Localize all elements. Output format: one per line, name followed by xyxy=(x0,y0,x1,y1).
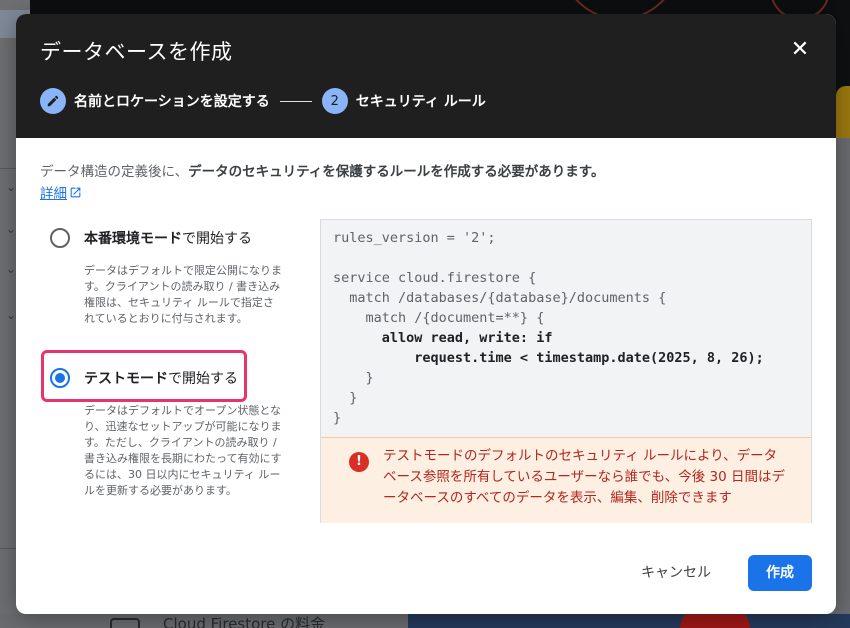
details-link[interactable]: 詳細 xyxy=(40,182,82,202)
rules-code-panel: rules_version = '2'; service cloud.fires… xyxy=(320,219,812,523)
test-mode-radio[interactable] xyxy=(50,368,70,388)
test-mode-label-rest: で開始する xyxy=(168,371,238,387)
dialog-header: データベースを作成 ✕ 名前とロケーションを設定する 2 セキュリティ ルール xyxy=(16,14,836,138)
code-line: } xyxy=(333,370,374,386)
close-icon: ✕ xyxy=(790,37,810,62)
step-2-label: セキュリティ ルール xyxy=(355,94,486,110)
production-mode-label-bold: 本番環境モード xyxy=(84,231,182,247)
code-line: match /{document=**} { xyxy=(333,310,545,326)
code-line: } xyxy=(333,390,358,406)
code-line: match /databases/{database}/documents { xyxy=(333,290,667,306)
stepper: 名前とロケーションを設定する 2 セキュリティ ルール xyxy=(40,88,486,114)
code-line: rules_version = '2'; xyxy=(333,230,496,246)
code-line: allow read, write: if xyxy=(333,330,553,346)
cancel-button[interactable]: キャンセル xyxy=(622,556,730,590)
step-1-indicator xyxy=(40,88,66,114)
production-mode-label: 本番環境モードで開始する xyxy=(84,228,252,248)
code-line: service cloud.firestore { xyxy=(333,270,537,286)
warning-text: テストモードのデフォルトのセキュリティ ルールにより、データベース参照を所有して… xyxy=(383,448,786,506)
close-button[interactable]: ✕ xyxy=(786,36,814,64)
test-mode-description: データはデフォルトでオープン状態となり、迅速なセットアップが可能になります。ただ… xyxy=(84,404,282,497)
error-icon: ! xyxy=(349,452,369,472)
intro-plain: データ構造の定義後に、 xyxy=(40,164,189,180)
dialog-title: データベースを作成 xyxy=(40,40,233,64)
step-2-indicator: 2 xyxy=(321,88,348,114)
intro-text: データ構造の定義後に、データのセキュリティを保護するルールを作成する必要がありま… xyxy=(40,162,820,182)
chevron-down-icon: ⌄ xyxy=(6,308,17,322)
code-line: } xyxy=(333,410,342,426)
chevron-down-icon: ⌄ xyxy=(6,180,17,194)
external-link-icon xyxy=(70,187,81,197)
step-1-label: 名前とロケーションを設定する xyxy=(74,94,270,110)
production-mode-radio[interactable] xyxy=(50,228,70,248)
test-mode-label: テストモードで開始する xyxy=(84,368,238,388)
chevron-down-icon: ⌄ xyxy=(6,222,17,236)
step-connector xyxy=(279,100,312,102)
production-mode-description: データはデフォルトで限定公開になります。クライアントの読み取り / 書き込み権限… xyxy=(84,264,282,325)
background-right xyxy=(836,138,850,628)
chevron-down-icon: ⌄ xyxy=(6,262,17,276)
production-mode-option[interactable]: 本番環境モードで開始する xyxy=(50,228,252,248)
code-line: request.time < timestamp.date(2025, 8, 2… xyxy=(333,350,764,366)
background-video xyxy=(408,614,850,628)
production-mode-label-rest: で開始する xyxy=(182,231,252,247)
test-mode-label-bold: テストモード xyxy=(84,371,168,387)
test-mode-option[interactable]: テストモードで開始する xyxy=(50,368,238,388)
background-pricing-text: Cloud Firestore の料金 xyxy=(163,615,326,628)
intro-bold: データのセキュリティを保護するルールを作成する必要があります。 xyxy=(188,164,605,180)
card-icon xyxy=(110,618,140,628)
create-button[interactable]: 作成 xyxy=(748,555,812,591)
test-mode-warning: ! テストモードのデフォルトのセキュリティ ルールにより、データベース参照を所有… xyxy=(321,437,811,523)
pencil-icon xyxy=(47,95,59,107)
rules-code: rules_version = '2'; service cloud.fires… xyxy=(333,228,764,428)
details-link-label: 詳細 xyxy=(40,186,67,202)
create-database-dialog: データベースを作成 ✕ 名前とロケーションを設定する 2 セキュリティ ルール … xyxy=(16,14,836,614)
